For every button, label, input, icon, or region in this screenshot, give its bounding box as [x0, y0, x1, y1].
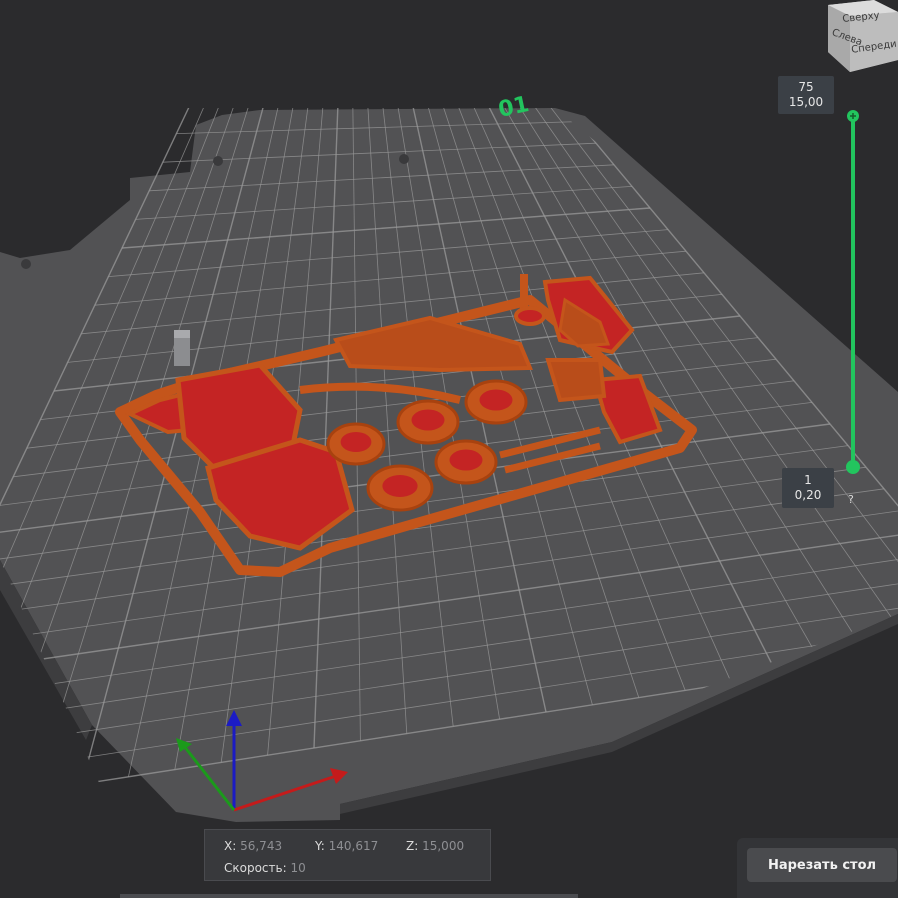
x-label: X:	[224, 839, 237, 853]
speed-value: 10	[290, 861, 306, 875]
layer-slider-top-tooltip: 75 15,00	[778, 76, 834, 114]
bottom-layer-height: 0,20	[794, 488, 822, 502]
top-layer-height: 15,00	[788, 95, 824, 109]
y-value: 140,617	[328, 839, 379, 853]
position-readout: X: 56,743 Y: 140,617 Z: 15,000 Скорость:…	[204, 829, 491, 881]
plate-screw	[21, 259, 31, 269]
layer-slider-bottom-handle[interactable]	[846, 460, 860, 474]
bottom-layer-number: 1	[804, 473, 812, 487]
plate-screw	[213, 156, 223, 166]
y-label: Y:	[315, 839, 325, 853]
speed-label: Скорость:	[224, 861, 287, 875]
x-value: 56,743	[240, 839, 283, 853]
slice-plate-button[interactable]: Нарезать стол	[747, 848, 897, 882]
z-label: Z:	[406, 839, 419, 853]
slider-help-button[interactable]: ?	[848, 493, 854, 506]
layer-slider-bottom-tooltip: 1 0,20	[782, 468, 834, 508]
top-layer-number: 75	[798, 80, 814, 94]
bottom-scroll-bar[interactable]	[120, 894, 578, 898]
plate-screw	[399, 154, 409, 164]
view-cube[interactable]: Сверху Слева Спереди	[828, 0, 898, 72]
z-value: 15,000	[422, 839, 465, 853]
viewport-3d[interactable]: 01 Сверху Слева Спереди	[0, 0, 898, 898]
